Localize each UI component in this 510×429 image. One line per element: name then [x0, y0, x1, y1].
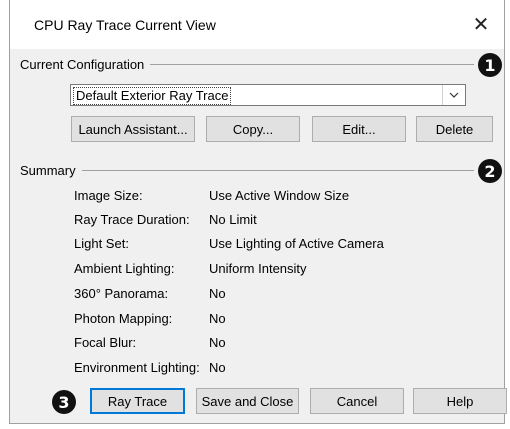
config-group-label: Current Configuration [20, 57, 151, 72]
chevron-down-icon [442, 85, 465, 105]
edit-label: Edit... [342, 121, 376, 137]
summary-group-divider [20, 170, 474, 171]
summary-group-label: Summary [20, 163, 82, 178]
help-button[interactable]: Help [413, 388, 507, 414]
delete-label: Delete [435, 121, 474, 137]
summary-label-panorama: 360° Panorama: [74, 286, 169, 301]
launch-assistant-button[interactable]: Launch Assistant... [71, 116, 195, 142]
summary-label-ray-trace-duration: Ray Trace Duration: [74, 212, 190, 227]
save-and-close-button[interactable]: Save and Close [196, 388, 299, 414]
summary-label-photon-mapping: Photon Mapping: [74, 311, 173, 326]
summary-label-light-set: Light Set: [74, 236, 129, 251]
delete-button[interactable]: Delete [416, 116, 493, 142]
ray-trace-button[interactable]: Ray Trace [90, 388, 185, 414]
summary-value-environment-lighting: No [209, 360, 226, 375]
summary-value-panorama: No [209, 286, 226, 301]
summary-value-ray-trace-duration: No Limit [209, 212, 257, 227]
callout-2: 2 [478, 159, 502, 183]
summary-value-ambient-lighting: Uniform Intensity [209, 261, 307, 276]
callout-1: 1 [478, 53, 502, 77]
summary-value-light-set: Use Lighting of Active Camera [209, 236, 384, 251]
launch-assistant-label: Launch Assistant... [78, 121, 188, 137]
help-label: Help [446, 393, 474, 409]
close-button[interactable]: ✕ [458, 0, 504, 49]
configuration-dropdown[interactable]: Default Exterior Ray Trace [70, 84, 466, 106]
summary-value-image-size: Use Active Window Size [209, 188, 350, 203]
summary-value-focal-blur: No [209, 335, 226, 350]
save-and-close-label: Save and Close [201, 393, 294, 409]
callout-3: 3 [52, 390, 76, 414]
window-title: CPU Ray Trace Current View [34, 17, 216, 33]
cancel-label: Cancel [336, 393, 378, 409]
dialog-window: CPU Ray Trace Current View ✕ Current Con… [9, 0, 507, 424]
close-icon: ✕ [472, 14, 490, 36]
copy-button[interactable]: Copy... [206, 116, 300, 142]
cancel-button[interactable]: Cancel [310, 388, 404, 414]
summary-label-image-size: Image Size: [74, 188, 143, 203]
ray-trace-label: Ray Trace [107, 393, 168, 409]
summary-label-ambient-lighting: Ambient Lighting: [74, 261, 175, 276]
summary-label-focal-blur: Focal Blur: [74, 335, 137, 350]
title-bar: CPU Ray Trace Current View ✕ [10, 0, 504, 49]
edit-button[interactable]: Edit... [312, 116, 406, 142]
configuration-selected-value: Default Exterior Ray Trace [73, 87, 232, 105]
copy-label: Copy... [232, 121, 274, 137]
summary-label-environment-lighting: Environment Lighting: [74, 360, 200, 375]
summary-value-photon-mapping: No [209, 311, 226, 326]
